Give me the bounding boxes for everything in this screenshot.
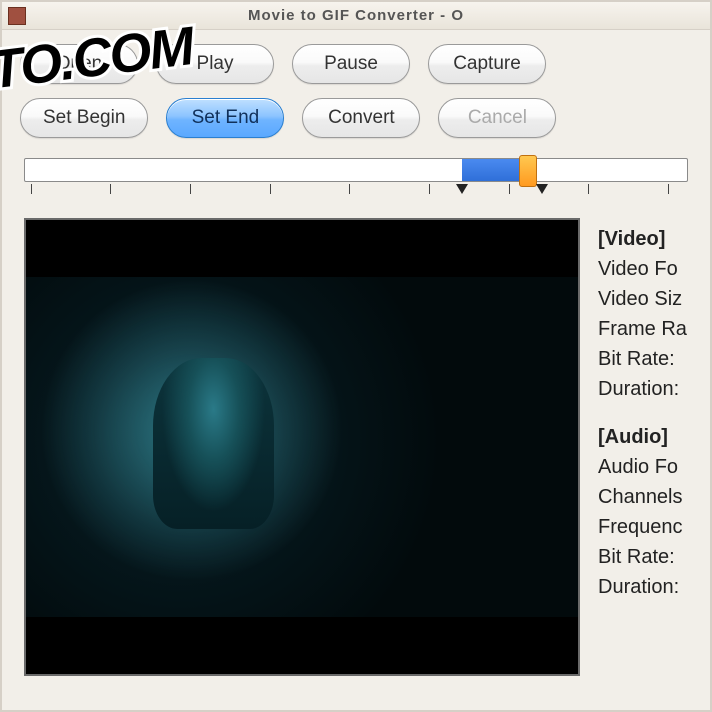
toolbar: Open Play Pause Capture Set Begin Set En… (2, 30, 710, 148)
capture-button[interactable]: Capture (428, 44, 546, 84)
button-row-2: Set Begin Set End Convert Cancel (20, 98, 692, 138)
timeline-thumb[interactable] (519, 155, 537, 187)
begin-marker[interactable] (456, 184, 468, 194)
info-line: Audio Fo (598, 452, 688, 482)
tick (190, 184, 191, 194)
convert-button[interactable]: Convert (302, 98, 420, 138)
video-preview[interactable] (24, 218, 580, 676)
info-line: Duration: (598, 374, 688, 404)
app-window: Movie to GIF Converter - O Open Play Pau… (0, 0, 712, 712)
tick (31, 184, 32, 194)
titlebar[interactable]: Movie to GIF Converter - O (2, 2, 710, 30)
content-area: [Video] Video Fo Video Siz Frame Ra Bit … (2, 202, 710, 676)
tick (110, 184, 111, 194)
info-line: Duration: (598, 572, 688, 602)
info-line: Channels (598, 482, 688, 512)
cancel-button[interactable]: Cancel (438, 98, 556, 138)
info-line: Frequenc (598, 512, 688, 542)
button-row-1: Open Play Pause Capture (20, 44, 692, 84)
tick (509, 184, 510, 194)
timeline-ticks (24, 184, 688, 202)
set-end-button[interactable]: Set End (166, 98, 284, 138)
info-line: Bit Rate: (598, 344, 688, 374)
open-button[interactable]: Open (20, 44, 138, 84)
info-line: Bit Rate: (598, 542, 688, 572)
audio-info-group: [Audio] Audio Fo Channels Frequenc Bit R… (598, 422, 688, 602)
tick (349, 184, 350, 194)
timeline-track[interactable] (24, 158, 688, 182)
info-line: Video Fo (598, 254, 688, 284)
set-begin-button[interactable]: Set Begin (20, 98, 148, 138)
window-title: Movie to GIF Converter - O (248, 7, 464, 24)
tick (588, 184, 589, 194)
video-frame (26, 277, 578, 618)
video-info-heading: [Video] (598, 224, 688, 254)
tick (668, 184, 669, 194)
play-button[interactable]: Play (156, 44, 274, 84)
pause-button[interactable]: Pause (292, 44, 410, 84)
tick (270, 184, 271, 194)
app-icon (8, 7, 26, 25)
audio-info-heading: [Audio] (598, 422, 688, 452)
end-marker[interactable] (536, 184, 548, 194)
timeline-area (2, 148, 710, 202)
info-line: Frame Ra (598, 314, 688, 344)
info-line: Video Siz (598, 284, 688, 314)
video-info-group: [Video] Video Fo Video Siz Frame Ra Bit … (598, 224, 688, 404)
info-panel: [Video] Video Fo Video Siz Frame Ra Bit … (598, 218, 688, 676)
tick (429, 184, 430, 194)
